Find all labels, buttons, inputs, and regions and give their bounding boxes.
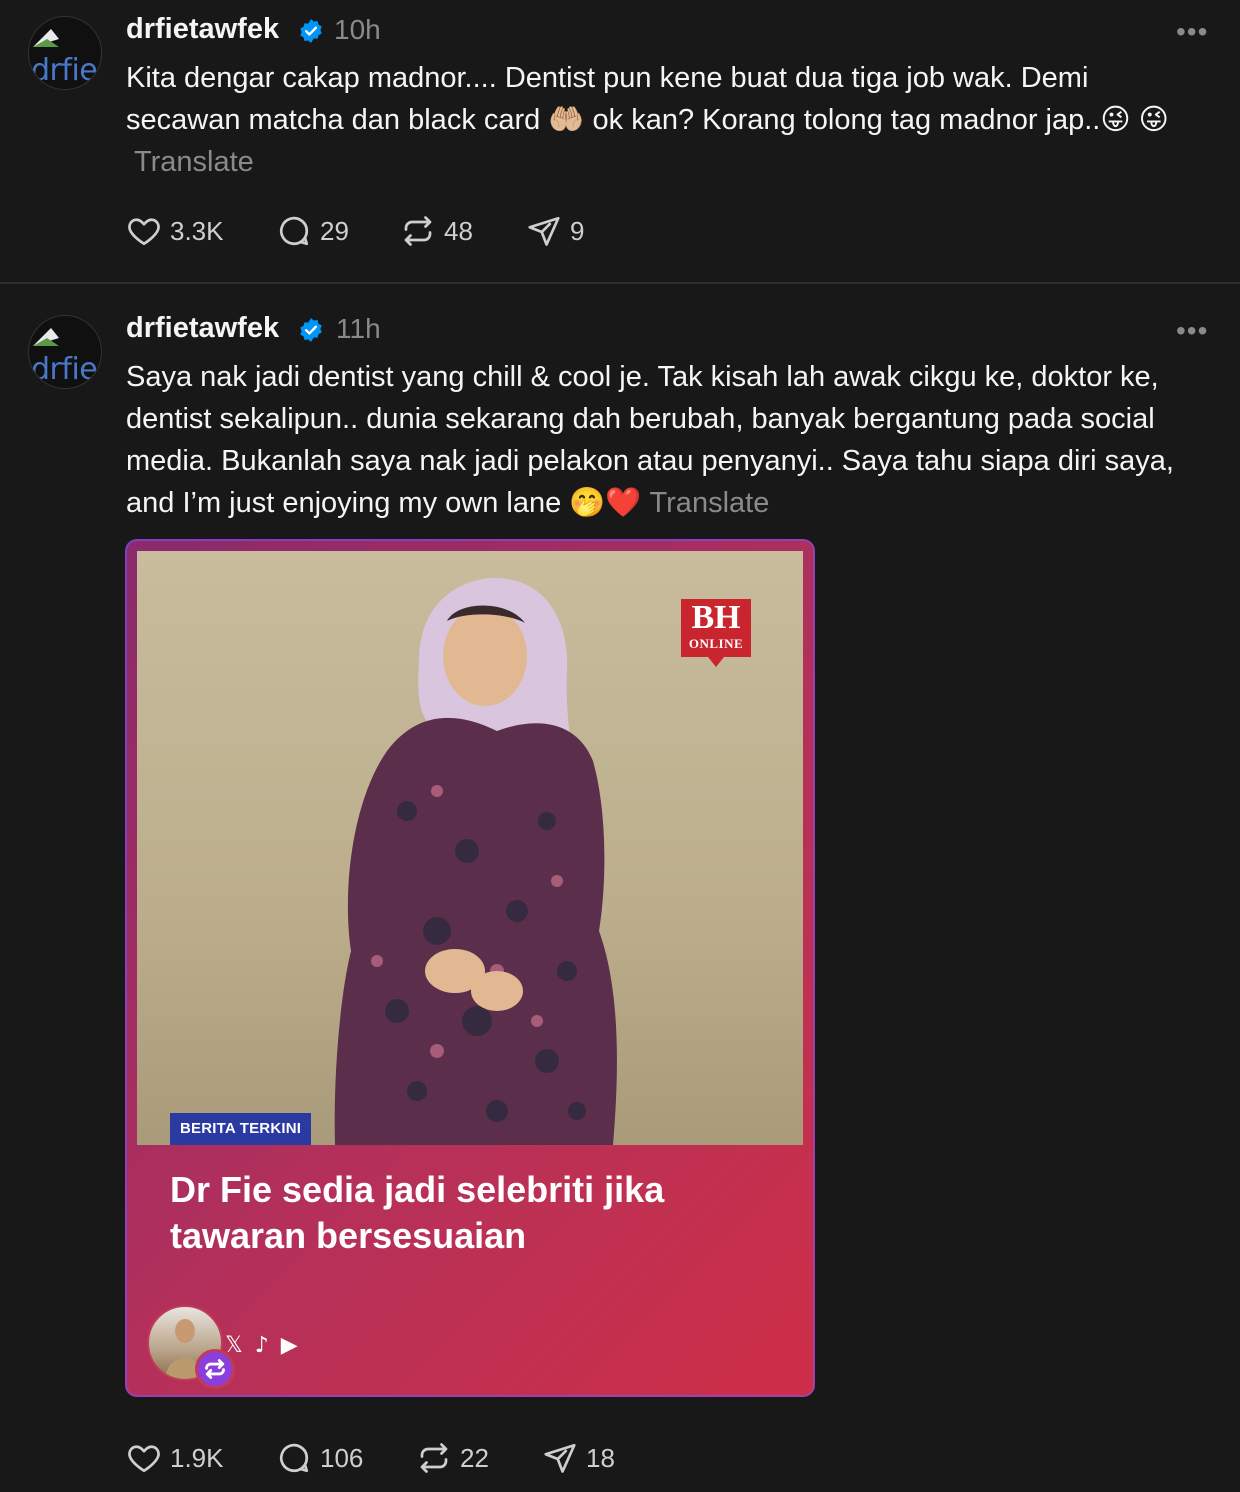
tiktok-icon: ♪ xyxy=(254,1333,269,1358)
repost-icon xyxy=(420,1443,448,1473)
heart-icon xyxy=(128,218,160,246)
username[interactable]: drfietawfek xyxy=(126,312,279,345)
repost-count: 48 xyxy=(444,215,473,246)
post-text: Kita dengar cakap madnor.... Dentist pun… xyxy=(126,62,1169,136)
like-count: 1.9K xyxy=(170,1442,224,1473)
thread-post: drfie drfietawfek 10h ••• Kita dengar ca… xyxy=(0,0,1240,282)
repost-button[interactable]: 22 xyxy=(416,1438,489,1478)
like-button[interactable]: 3.3K xyxy=(126,211,224,251)
logo-main: BH xyxy=(691,599,741,636)
translate-link[interactable]: Translate xyxy=(650,487,770,519)
avatar[interactable]: drfie xyxy=(28,16,102,90)
logo-tail xyxy=(708,657,724,667)
translate-link[interactable]: Translate xyxy=(134,146,254,178)
post-actions: 1.9K 106 22 18 xyxy=(126,1438,726,1478)
news-badge: BERITA TERKINI xyxy=(170,1113,312,1145)
avatar[interactable]: drfie xyxy=(28,315,102,389)
reply-button[interactable]: 106 xyxy=(276,1438,363,1478)
repost-button[interactable]: 48 xyxy=(400,211,473,251)
more-icon[interactable]: ••• xyxy=(1176,18,1208,46)
post-text-block: Saya nak jadi dentist yang chill & cool … xyxy=(126,356,1206,524)
x-icon: 𝕏 xyxy=(225,1333,243,1358)
heart-icon xyxy=(128,1445,160,1473)
post-time: 11h xyxy=(336,313,381,344)
reply-button[interactable]: 29 xyxy=(276,211,349,251)
post-text-block: Kita dengar cakap madnor.... Dentist pun… xyxy=(126,57,1206,183)
share-count: 18 xyxy=(586,1442,615,1473)
repost-icon xyxy=(404,216,432,246)
youtube-icon: ▶ xyxy=(280,1333,298,1358)
share-icon xyxy=(544,1443,576,1473)
card-headline: Dr Fie sedia jadi selebriti jika tawaran… xyxy=(170,1169,665,1256)
share-button[interactable]: 9 xyxy=(526,211,584,251)
like-button[interactable]: 1.9K xyxy=(126,1438,224,1478)
username[interactable]: drfietawfek xyxy=(126,13,279,46)
verified-icon xyxy=(300,19,322,43)
reply-count: 29 xyxy=(320,215,349,246)
share-icon xyxy=(528,216,560,246)
reply-count: 106 xyxy=(320,1442,364,1473)
logo-sub: ONLINE xyxy=(688,636,744,651)
avatar-text: drfie xyxy=(31,53,98,88)
verified-icon xyxy=(300,318,322,342)
avatar-text: drfie xyxy=(31,352,98,387)
bh-online-logo: BH ONLINE xyxy=(681,599,751,657)
thread-post: drfie drfietawfek 11h ••• Saya nak jadi … xyxy=(0,284,1240,1492)
social-icons: 𝕏 ♪ ▶ xyxy=(225,1333,310,1358)
reply-icon xyxy=(279,1443,309,1473)
post-actions: 3.3K 29 48 9 xyxy=(126,211,726,251)
more-icon[interactable]: ••• xyxy=(1176,317,1208,345)
share-button[interactable]: 18 xyxy=(542,1438,615,1478)
repost-count: 22 xyxy=(460,1442,489,1473)
like-count: 3.3K xyxy=(170,215,224,246)
post-time: 10h xyxy=(334,14,381,45)
reply-icon xyxy=(279,216,309,246)
share-count: 9 xyxy=(570,215,585,246)
embedded-image-card[interactable]: BH ONLINE BERITA TERKINI Dr Fie sedia ja… xyxy=(125,539,815,1397)
